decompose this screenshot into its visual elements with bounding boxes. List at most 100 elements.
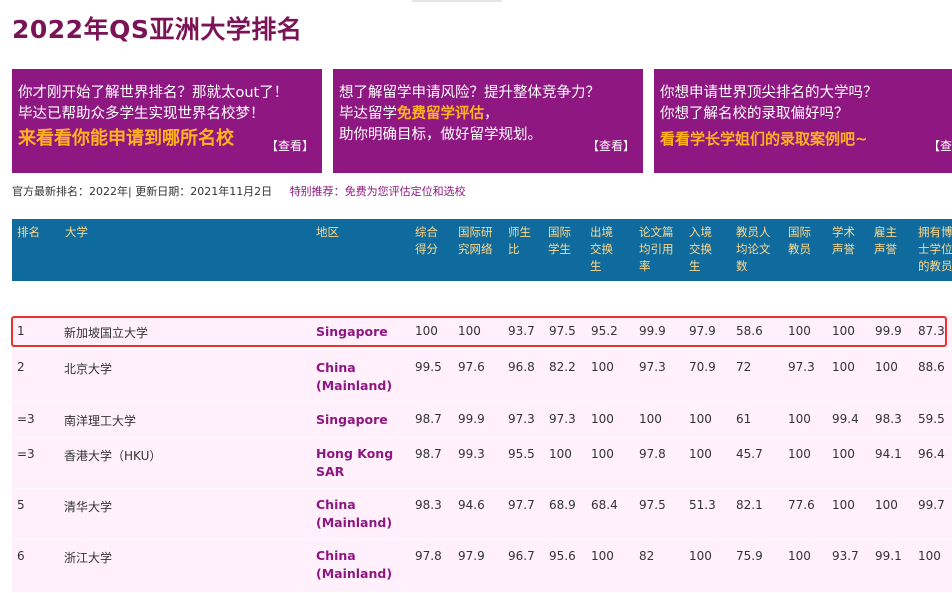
score-cell: 51.3 bbox=[689, 498, 716, 512]
table-row[interactable]: =3 香港大学（HKU） Hong Kong SAR 98.7 99.3 95.… bbox=[12, 438, 952, 489]
score-cell: 98.3 bbox=[415, 498, 442, 512]
score-cell: 100 bbox=[689, 549, 712, 563]
rank-cell: =3 bbox=[17, 447, 35, 461]
region-cell: (Mainland) bbox=[316, 566, 393, 581]
banner-more-link[interactable]: 【查看】 bbox=[928, 137, 952, 154]
score-cell: 97.7 bbox=[508, 498, 535, 512]
university-link[interactable]: 浙江大学 bbox=[64, 549, 112, 566]
col-header-intl-students: 国际学生 bbox=[548, 225, 571, 256]
banner-more-link[interactable]: 【查看】 bbox=[266, 137, 314, 154]
recommend-label: 特别推荐： bbox=[289, 185, 345, 198]
score-cell: 100 bbox=[832, 360, 855, 374]
banner-line: 你才刚开始了解世界排名？那就太out了！ bbox=[18, 85, 289, 101]
score-cell: 100 bbox=[788, 549, 811, 563]
col-header-academic-rep: 学术声誉 bbox=[832, 225, 855, 256]
score-cell: 100 bbox=[875, 360, 898, 374]
score-cell: 100 bbox=[875, 498, 898, 512]
score-cell: 100 bbox=[689, 447, 712, 461]
col-header-university: 大学 bbox=[65, 225, 88, 239]
score-cell: 100 bbox=[591, 412, 614, 426]
col-header-overall: 综合得分 bbox=[415, 225, 438, 256]
region-cell: China bbox=[316, 360, 356, 375]
score-cell: 77.6 bbox=[788, 498, 815, 512]
recommend-link[interactable]: 免费为您评估定位和选校 bbox=[345, 185, 466, 198]
score-cell: 82 bbox=[639, 549, 655, 563]
row-highlight-box bbox=[11, 316, 947, 347]
score-cell: 97.5 bbox=[639, 498, 666, 512]
score-cell: 99.4 bbox=[832, 412, 859, 426]
score-cell: 97.8 bbox=[639, 447, 666, 461]
score-cell: 68.4 bbox=[591, 498, 618, 512]
score-cell: 100 bbox=[832, 498, 855, 512]
banner-text: 毕达留学 bbox=[339, 106, 397, 122]
score-cell: 99.5 bbox=[415, 360, 442, 374]
score-cell: 93.7 bbox=[832, 549, 859, 563]
rank-cell: 2 bbox=[17, 360, 25, 374]
university-link[interactable]: 北京大学 bbox=[64, 360, 112, 377]
score-cell: 97.9 bbox=[458, 549, 485, 563]
score-cell: 100 bbox=[591, 549, 614, 563]
col-header-citations: 论文篇均引用率 bbox=[639, 225, 674, 273]
score-cell: 99.7 bbox=[918, 498, 945, 512]
col-header-faculty-student: 师生比 bbox=[508, 225, 531, 256]
banner-world-ranking[interactable]: 你才刚开始了解世界排名？那就太out了！ 毕达已帮助众多学生实现世界名校梦！ 来… bbox=[12, 69, 322, 173]
col-header-employer-rep: 雇主声誉 bbox=[874, 225, 897, 256]
score-cell: 61 bbox=[736, 412, 752, 426]
university-link[interactable]: 清华大学 bbox=[64, 498, 112, 515]
score-cell: 96.7 bbox=[508, 549, 535, 563]
table-row[interactable]: 5 清华大学 China (Mainland) 98.3 94.6 97.7 6… bbox=[12, 489, 952, 540]
col-header-region: 地区 bbox=[316, 225, 339, 239]
score-cell: 100 bbox=[788, 447, 811, 461]
region-cell: China bbox=[316, 497, 356, 512]
score-cell: 97.3 bbox=[788, 360, 815, 374]
table-row[interactable]: 6 浙江大学 China (Mainland) 97.8 97.9 96.7 9… bbox=[12, 540, 952, 593]
region-cell: (Mainland) bbox=[316, 378, 393, 393]
score-cell: 82.1 bbox=[736, 498, 763, 512]
top-tab-indicator bbox=[412, 0, 502, 2]
score-cell: 97.6 bbox=[458, 360, 485, 374]
banner-line: 你想申请世界顶尖排名的大学吗？ bbox=[660, 85, 878, 101]
table-header: 排名 大学 地区 综合得分 国际研究网络 师生比 国际学生 出境交换生 论文篇均… bbox=[12, 219, 952, 281]
banner-line: 你想了解名校的录取偏好吗？ bbox=[660, 106, 849, 122]
score-cell: 95.6 bbox=[549, 549, 576, 563]
col-header-inbound-exchange: 入境交换生 bbox=[689, 225, 712, 273]
region-cell: Singapore bbox=[316, 412, 388, 427]
region-cell: SAR bbox=[316, 464, 345, 479]
score-cell: 82.2 bbox=[549, 360, 576, 374]
col-header-outbound-exchange: 出境交换生 bbox=[590, 225, 613, 273]
score-cell: 68.9 bbox=[549, 498, 576, 512]
score-cell: 99.1 bbox=[875, 549, 902, 563]
banner-headline: 看看学长学姐们的录取案例吧~ bbox=[660, 130, 868, 148]
rank-cell: =3 bbox=[17, 412, 35, 426]
table-row[interactable]: =3 南洋理工大学 Singapore 98.7 99.9 97.3 97.3 … bbox=[12, 402, 952, 438]
banner-free-assessment[interactable]: 想了解留学申请风险？提升整体竞争力？ 毕达留学免费留学评估， 助你明确目标，做好… bbox=[333, 69, 643, 173]
update-info: 官方最新排名：2022年| 更新日期：2021年11月2日 bbox=[12, 185, 273, 198]
score-cell: 98.7 bbox=[415, 447, 442, 461]
score-cell: 96.4 bbox=[918, 447, 945, 461]
banner-highlight: 免费留学评估 bbox=[397, 106, 484, 122]
score-cell: 100 bbox=[549, 447, 572, 461]
score-cell: 75.9 bbox=[736, 549, 763, 563]
banner-admission-cases[interactable]: 你想申请世界顶尖排名的大学吗？ 你想了解名校的录取偏好吗？ 看看学长学姐们的录取… bbox=[654, 69, 952, 173]
university-link[interactable]: 香港大学（HKU） bbox=[64, 447, 161, 464]
col-header-intl-research: 国际研究网络 bbox=[458, 225, 493, 256]
score-cell: 100 bbox=[639, 412, 662, 426]
score-cell: 100 bbox=[832, 447, 855, 461]
region-cell: China bbox=[316, 548, 356, 563]
table-row[interactable]: 2 北京大学 China (Mainland) 99.5 97.6 96.8 8… bbox=[12, 350, 952, 402]
score-cell: 97.8 bbox=[415, 549, 442, 563]
score-cell: 98.3 bbox=[875, 412, 902, 426]
page-title: 2022年QS亚洲大学排名 bbox=[12, 15, 303, 44]
university-link[interactable]: 南洋理工大学 bbox=[64, 412, 136, 429]
score-cell: 45.7 bbox=[736, 447, 763, 461]
banner-more-link[interactable]: 【查看】 bbox=[587, 137, 635, 154]
region-cell: Hong Kong bbox=[316, 446, 394, 461]
col-header-phd-staff: 拥有博士学位的教员 bbox=[918, 225, 952, 273]
score-cell: 70.9 bbox=[689, 360, 716, 374]
rank-cell: 6 bbox=[17, 549, 25, 563]
score-cell: 97.3 bbox=[639, 360, 666, 374]
ranking-info: 官方最新排名：2022年| 更新日期：2021年11月2日 特别推荐：免费为您评… bbox=[12, 183, 466, 199]
score-cell: 100 bbox=[918, 549, 941, 563]
banner-line: 毕达已帮助众多学生实现世界名校梦！ bbox=[18, 106, 265, 122]
col-header-papers-per-faculty: 教员人均论文数 bbox=[736, 225, 771, 273]
